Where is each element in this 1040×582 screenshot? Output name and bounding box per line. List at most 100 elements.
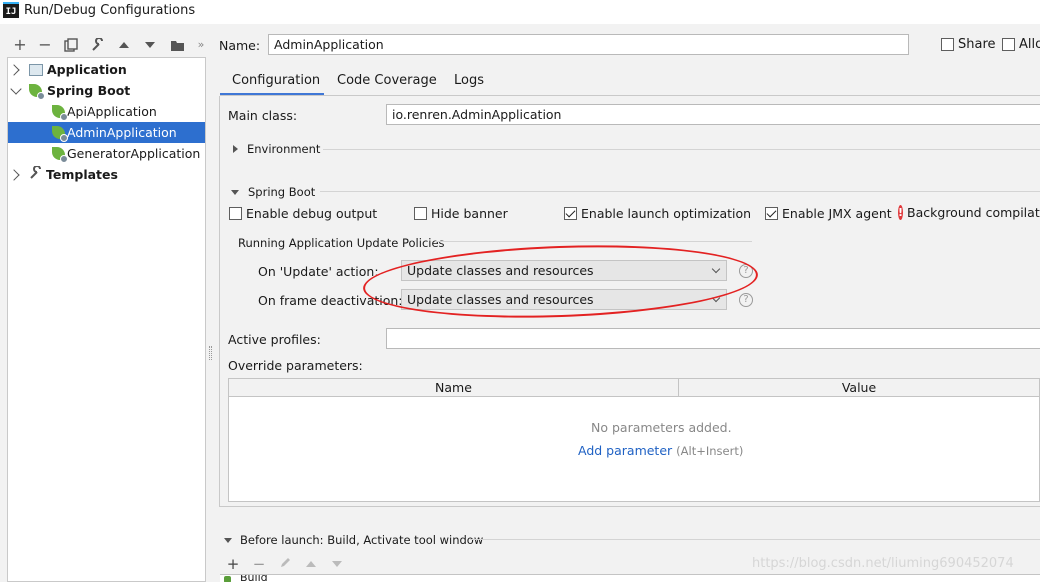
environment-divider	[323, 149, 1040, 150]
chevron-right-icon[interactable]	[8, 168, 20, 181]
build-icon	[224, 576, 231, 582]
environment-label: Environment	[247, 142, 321, 156]
checkbox-box[interactable]	[941, 38, 954, 51]
environment-section-toggle[interactable]: Environment	[233, 142, 320, 156]
plus-icon[interactable]: +	[225, 556, 241, 572]
add-parameter-link[interactable]: Add parameter	[578, 443, 672, 458]
name-label: Name:	[219, 38, 261, 53]
spring-boot-run-icon	[52, 147, 68, 163]
tree-item-spring-boot[interactable]: Spring Boot	[8, 80, 205, 101]
column-header-name[interactable]: Name	[229, 379, 679, 397]
intellij-logo-icon: IJ	[3, 2, 19, 18]
copy-icon[interactable]	[62, 36, 80, 54]
name-field[interactable]: AdminApplication	[268, 34, 909, 55]
checkbox-box[interactable]	[1002, 38, 1015, 51]
error-icon: !	[898, 205, 904, 220]
checkbox-box-checked[interactable]	[765, 207, 778, 220]
checkbox-label: Enable debug output	[246, 206, 378, 221]
tab-label: Logs	[454, 73, 484, 88]
spring-boot-section-toggle[interactable]: Spring Boot	[231, 185, 315, 199]
chevron-down-icon[interactable]	[10, 82, 22, 95]
spring-boot-icon	[29, 84, 45, 100]
help-icon[interactable]: ?	[739, 293, 753, 307]
checkbox-box-checked[interactable]	[564, 207, 577, 220]
arrow-up-icon[interactable]	[115, 36, 133, 54]
spring-boot-run-icon	[52, 105, 68, 121]
column-header-value[interactable]: Value	[679, 379, 1039, 397]
tree-item-generatorapplication[interactable]: GeneratorApplication	[8, 143, 205, 164]
main-class-label: Main class:	[228, 108, 298, 123]
title-bar: IJ Run/Debug Configurations	[0, 0, 1040, 24]
empty-table-text: No parameters added.	[591, 420, 732, 435]
checkbox-box[interactable]	[229, 207, 242, 220]
active-profiles-field[interactable]	[386, 328, 1040, 349]
before-launch-label: Before launch: Build, Activate tool wind…	[240, 533, 484, 547]
checkbox-label: Enable JMX agent	[782, 206, 892, 221]
enable-jmx-agent-checkbox[interactable]: Enable JMX agent	[765, 206, 892, 221]
tree-item-label: AdminApplication	[67, 125, 177, 140]
tree-item-application[interactable]: Application	[8, 59, 205, 80]
spring-boot-section-label: Spring Boot	[248, 185, 316, 199]
tree-item-apiapplication[interactable]: ApiApplication	[8, 101, 205, 122]
folder-icon[interactable]	[168, 36, 186, 54]
application-icon	[29, 63, 43, 76]
wrench-icon[interactable]	[89, 36, 107, 54]
minus-icon[interactable]: −	[251, 556, 267, 572]
hide-banner-checkbox[interactable]: Hide banner	[414, 206, 508, 221]
main-class-field[interactable]: io.renren.AdminApplication	[386, 104, 1040, 125]
tab-label: Code Coverage	[337, 73, 437, 88]
more-icon[interactable]: »	[192, 36, 210, 54]
tree-item-label: ApiApplication	[67, 104, 157, 119]
plus-icon[interactable]: +	[11, 36, 29, 54]
tree-item-adminapplication[interactable]: AdminApplication	[8, 122, 205, 143]
checkbox-label: Hide banner	[431, 206, 508, 221]
enable-debug-output-checkbox[interactable]: Enable debug output	[229, 206, 377, 221]
chevron-right-icon[interactable]	[8, 63, 20, 76]
share-checkbox[interactable]: Share	[941, 37, 996, 52]
arrow-down-icon[interactable]	[141, 36, 159, 54]
update-policies-label: Running Application Update Policies	[238, 236, 445, 250]
tree-item-label: GeneratorApplication	[67, 146, 201, 161]
arrow-up-icon[interactable]	[303, 556, 319, 572]
config-tree[interactable]: Application Spring Boot ApiApplication A…	[7, 57, 206, 582]
window-title: Run/Debug Configurations	[24, 3, 196, 18]
minus-icon[interactable]: −	[36, 36, 54, 54]
arrow-down-icon[interactable]	[329, 556, 345, 572]
spring-boot-divider	[320, 191, 1040, 192]
background-compilation-label: Background compilati	[907, 205, 1040, 220]
tree-item-templates[interactable]: Templates	[8, 164, 205, 185]
expand-right-icon	[233, 145, 238, 153]
add-parameter-row: Add parameter (Alt+Insert)	[578, 443, 743, 458]
tab-configuration[interactable]: Configuration	[232, 72, 320, 88]
tree-item-label: Templates	[46, 167, 118, 182]
tree-item-label: Application	[47, 62, 127, 77]
checkbox-box[interactable]	[414, 207, 427, 220]
tab-label: Configuration	[232, 73, 321, 88]
tab-code-coverage[interactable]: Code Coverage	[337, 72, 437, 88]
override-parameters-label: Override parameters:	[228, 358, 363, 373]
before-launch-item-build: Build	[240, 574, 268, 582]
checkbox-label: Enable launch optimization	[581, 206, 752, 221]
add-parameter-shortcut: (Alt+Insert)	[676, 444, 744, 458]
before-launch-section-toggle[interactable]: Before launch: Build, Activate tool wind…	[224, 533, 483, 547]
pencil-icon[interactable]	[277, 556, 293, 572]
allow-label: Allo	[1019, 37, 1040, 52]
background-compilation-warning: ! Background compilati	[898, 205, 1040, 220]
update-policies-divider	[435, 241, 752, 242]
override-parameters-table[interactable]: Name Value No parameters added. Add para…	[228, 378, 1040, 502]
tree-item-label: Spring Boot	[47, 83, 131, 98]
active-profiles-label: Active profiles:	[228, 332, 321, 347]
before-launch-divider	[470, 539, 1040, 540]
expand-down-icon	[224, 537, 232, 543]
expand-down-icon	[231, 189, 239, 195]
allow-parallel-checkbox[interactable]: Allo	[1002, 37, 1040, 52]
on-update-label: On 'Update' action:	[258, 264, 379, 279]
spring-boot-run-icon	[52, 126, 68, 142]
share-label: Share	[958, 37, 996, 52]
enable-launch-optimization-checkbox[interactable]: Enable launch optimization	[564, 206, 751, 221]
tab-logs[interactable]: Logs	[454, 72, 484, 88]
before-launch-list[interactable]: Build	[220, 574, 1040, 582]
watermark-text: https://blog.csdn.net/liuming690452074	[752, 556, 1014, 571]
splitter-handle[interactable]	[209, 346, 212, 360]
wrench-icon	[29, 164, 43, 184]
